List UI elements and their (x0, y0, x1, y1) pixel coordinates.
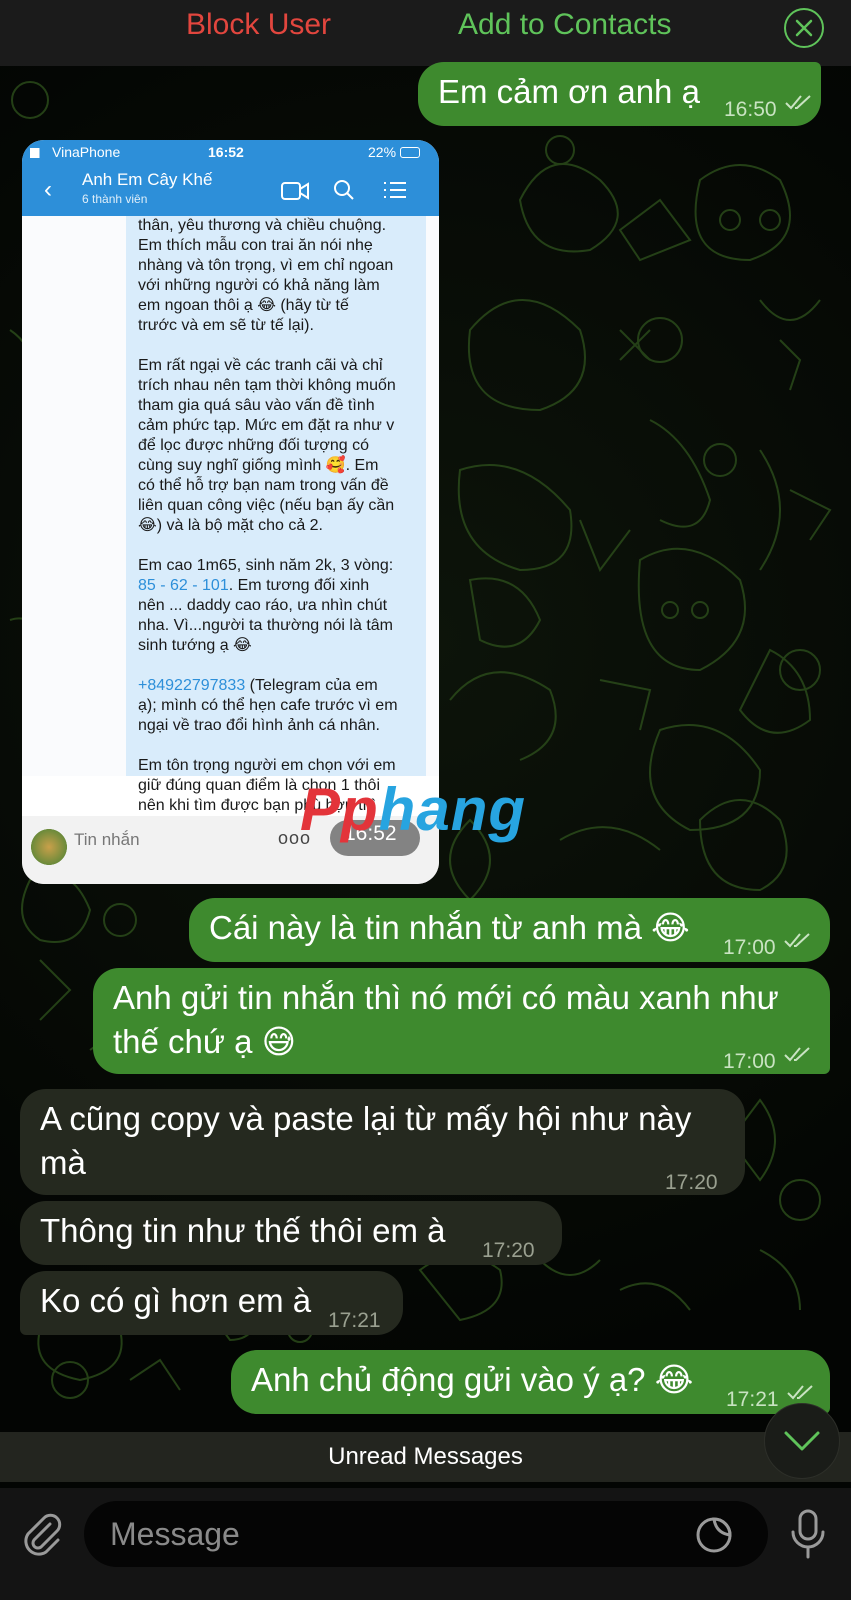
message-input-wrapper (84, 1501, 768, 1567)
message-time: 17:21 (726, 1388, 779, 1411)
message-bubble-outgoing[interactable]: Anh gửi tin nhắn thì nó mới có màu xanh … (93, 968, 830, 1074)
message-text: Em cảm ơn anh ạ (438, 73, 700, 110)
menu-list-icon[interactable] (382, 180, 408, 200)
search-icon[interactable] (332, 178, 356, 202)
block-user-button[interactable]: Block User (186, 8, 331, 42)
read-checkmarks-icon (784, 933, 810, 948)
message-text: Cái này là tin nhắn từ anh mà 😂 (209, 909, 690, 946)
forwarded-message-card: thân, yêu thương và chiều chuộng. Em thí… (126, 216, 426, 834)
microphone-icon[interactable] (788, 1508, 828, 1560)
scroll-down-button[interactable] (764, 1403, 840, 1479)
watermark-logo: Pphang (300, 776, 526, 843)
message-time: 17:21 (328, 1309, 381, 1332)
message-text: Ko có gì hơn em à (40, 1282, 312, 1319)
message-bubble-incoming[interactable]: Ko có gì hơn em à 17:21 (20, 1271, 403, 1335)
read-checkmarks-icon (785, 95, 811, 110)
message-bubble-outgoing[interactable]: Em cảm ơn anh ạ 16:50 (418, 62, 821, 126)
group-name: Anh Em Cây Khế (82, 170, 213, 189)
dragon-sticker-icon (28, 826, 70, 868)
add-to-contacts-button[interactable]: Add to Contacts (458, 8, 671, 42)
phone-clock: 16:52 (208, 144, 244, 160)
message-time: 17:20 (665, 1171, 718, 1194)
message-time: 17:20 (482, 1239, 535, 1262)
message-bubble-outgoing[interactable]: Cái này là tin nhắn từ anh mà 😂 17:00 (189, 898, 830, 962)
group-member-count: 6 thành viên (82, 192, 148, 206)
message-text: Thông tin như thế thôi em à (40, 1212, 446, 1249)
unread-messages-divider: Unread Messages (0, 1432, 851, 1482)
message-input[interactable] (110, 1501, 670, 1567)
group-chat-body: thân, yêu thương và chiều chuộng. Em thí… (22, 216, 439, 834)
video-call-icon[interactable] (280, 180, 310, 202)
carrier-label: VinaPhone (52, 144, 121, 160)
group-chat-header: ‹ Anh Em Cây Khế 6 thành viên (22, 166, 439, 216)
message-text: Anh chủ động gửi vào ý ạ? 😂 (251, 1361, 694, 1398)
chevron-down-icon (784, 1431, 820, 1451)
message-time: 17:00 (723, 1050, 776, 1073)
attach-paperclip-icon[interactable] (20, 1512, 64, 1556)
phone-number-link: +84922797833 (138, 677, 246, 694)
read-checkmarks-icon (784, 1047, 810, 1062)
measurements-link: 85 - 62 - 101 (138, 577, 229, 594)
message-time: 17:00 (723, 936, 776, 959)
signal-icon (30, 148, 46, 158)
back-chevron-icon[interactable]: ‹ (44, 176, 52, 204)
message-bubble-incoming[interactable]: Thông tin như thế thôi em à 17:20 (20, 1201, 562, 1265)
close-icon[interactable] (784, 8, 824, 48)
message-time: 16:50 (724, 98, 777, 121)
sticker-icon[interactable] (694, 1515, 734, 1555)
message-composer-bar (0, 1488, 851, 1600)
battery-level: 22% (368, 144, 397, 160)
phone-status-bar: VinaPhone 16:52 22% (22, 140, 439, 166)
message-bubble-incoming[interactable]: A cũng copy và paste lại từ mấy hội như … (20, 1089, 745, 1195)
forwarded-message-text: thân, yêu thương và chiều chuộng. Em thí… (138, 217, 398, 834)
top-action-bar: Block User Add to Contacts (0, 0, 851, 66)
message-text: A cũng copy và paste lại từ mấy hội như … (40, 1100, 692, 1181)
message-bubble-outgoing[interactable]: Anh chủ động gửi vào ý ạ? 😂 17:21 (231, 1350, 830, 1414)
message-text: Anh gửi tin nhắn thì nó mới có màu xanh … (113, 979, 779, 1060)
shared-screenshot-image[interactable]: VinaPhone 16:52 22% ‹ Anh Em Cây Khế 6 t… (22, 140, 439, 884)
composer-placeholder: Tin nhắn (74, 830, 140, 849)
battery-icon (400, 147, 420, 158)
read-checkmarks-icon (787, 1385, 813, 1400)
